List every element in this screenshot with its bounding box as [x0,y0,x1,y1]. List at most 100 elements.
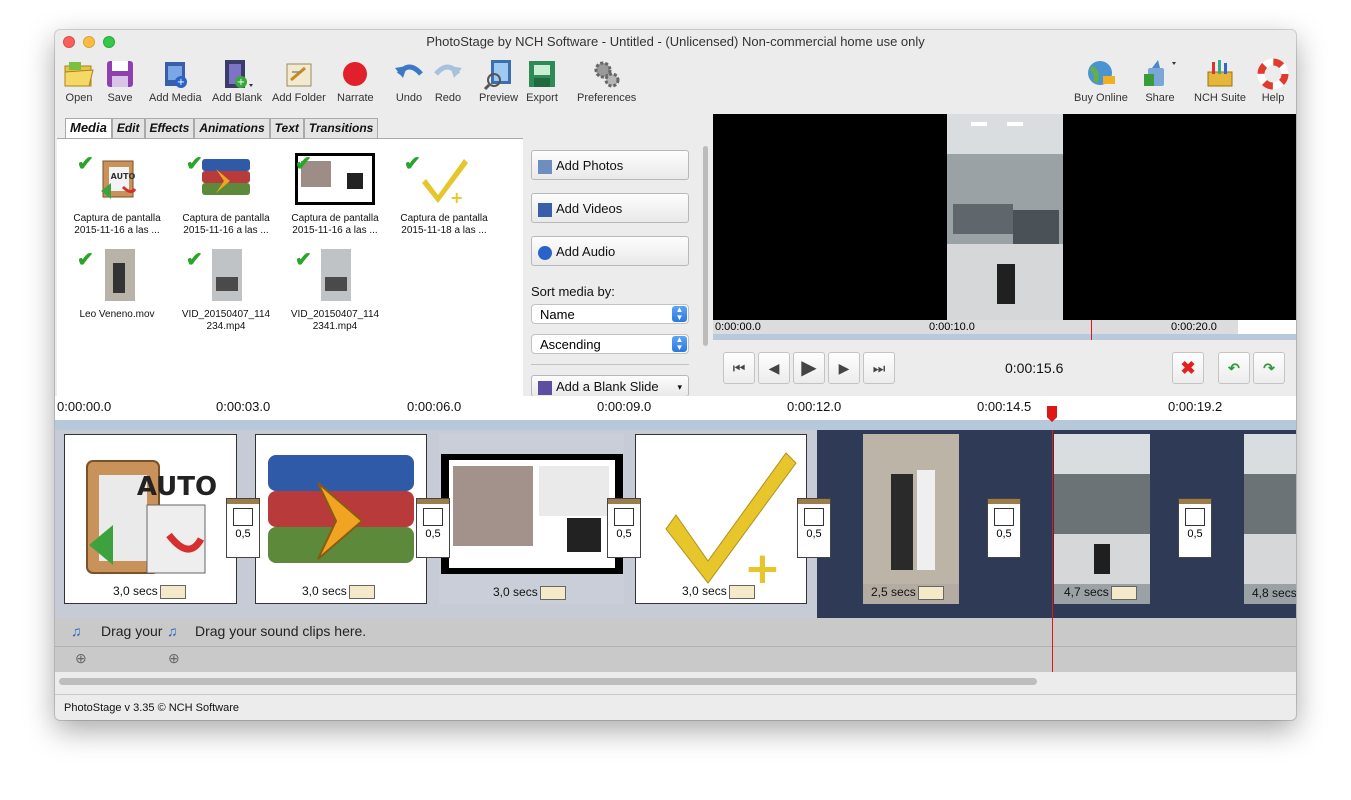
zoom-window-button[interactable] [103,36,115,48]
transition-marker[interactable]: 0,5 [987,498,1021,558]
media-list: ✔ AUTO Captura de pantalla 2015-11-16 a l… [57,138,523,397]
media-item[interactable]: ✔ VID_20150407_114 234.mp4 [174,247,278,333]
clip-settings-icon[interactable] [917,586,944,600]
media-item[interactable]: ✔ + Captura de pantalla 2015-11-18 a las … [392,151,496,237]
media-item[interactable]: ✔ Leo Veneno.mov [65,247,169,321]
clipboard-icon: AUTO [86,460,217,574]
timeline-playhead-line [1052,430,1053,672]
transition-marker[interactable]: 0,5 [607,498,641,558]
separator [531,364,689,365]
timeline-scrollbar[interactable] [55,672,1296,690]
step-forward-button[interactable]: ▶︎ [828,352,860,384]
timeline-clip[interactable]: 4,7 secs [1054,434,1150,604]
clip-settings-icon[interactable] [728,585,755,599]
tab-text[interactable]: Text [269,118,304,138]
media-item[interactable]: ✔ VID_20150407_114 2341.mp4 [283,247,387,333]
share-button[interactable]: Share [1142,58,1178,104]
rotate-left-icon[interactable]: ↶ [1218,352,1250,384]
timeline: 0:00:00.0 0:00:03.0 0:00:06.0 0:00:09.0 … [55,396,1296,690]
undo-arrow-icon [395,64,423,78]
timeline-clip[interactable]: 3,0 secs [255,434,427,604]
checkmark-icon: ✔ [295,153,312,175]
minimize-window-button[interactable] [83,36,95,48]
svg-text:AUTO: AUTO [137,472,217,502]
tab-effects[interactable]: Effects [144,118,195,138]
undo-button[interactable]: Undo [393,58,425,104]
skip-to-start-button[interactable]: ⏮ [723,352,755,384]
media-item[interactable]: ✔ Captura de pantalla 2015-11-16 a las ..… [283,151,387,237]
sort-by-select[interactable]: Name ▲ ▼ [531,304,689,324]
media-scrollbar[interactable] [703,146,708,346]
narrate-button[interactable]: Narrate [337,58,374,104]
preferences-button[interactable]: Preferences [577,58,636,104]
tab-edit[interactable]: Edit [111,118,145,138]
timeline-clip[interactable]: 3,0 secs [439,434,624,604]
sound-track[interactable]: ♫ Drag your ♫ Drag your sound clips here… [55,618,1296,646]
timeline-clip[interactable]: + 3,0 secs [635,434,807,604]
music-note-icon: ♫ [167,623,178,639]
buy-online-button[interactable]: Buy Online [1074,58,1128,104]
preview-button[interactable]: Preview [479,58,518,104]
checkmark-icon: ✔ [77,153,94,175]
timeline-ruler[interactable]: 0:00:00.0 0:00:03.0 0:00:06.0 0:00:09.0 … [55,396,1296,430]
redo-button[interactable]: Redo [432,58,464,104]
microphone-icon: ⊕ [75,650,87,666]
clip-settings-icon[interactable] [348,585,375,599]
microphone-icon: ⊕ [168,650,180,666]
add-blank-slide-button[interactable]: Add a Blank Slide ▾ [531,375,689,397]
photos-icon [538,159,552,174]
help-button[interactable]: Help [1257,58,1289,104]
export-button[interactable]: Export [526,58,558,104]
add-photos-button[interactable]: Add Photos [531,150,689,180]
svg-text:AUTO: AUTO [111,172,136,181]
svg-text:+: + [450,188,463,207]
dropdown-arrow-icon[interactable]: ▾ [677,376,682,396]
skip-to-end-button[interactable]: ⏭ [863,352,895,384]
transition-marker[interactable]: 0,5 [797,498,831,558]
step-back-button[interactable]: ◀︎ [758,352,790,384]
clip-settings-icon[interactable] [539,586,566,600]
delete-icon[interactable]: ✖ [1172,352,1204,384]
transition-icon [423,508,443,526]
status-bar: PhotoStage v 3.35 © NCH Software [55,694,1296,720]
sort-order-select[interactable]: Ascending ▲ ▼ [531,334,689,354]
open-button[interactable]: Open [63,58,95,104]
media-item[interactable]: ✔ AUTO Captura de pantalla 2015-11-16 a l… [65,151,169,237]
timeline-clip[interactable]: 4,8 secs [1244,434,1296,604]
lifebuoy-icon [1257,58,1289,90]
media-item[interactable]: ✔ Captura de pantalla 2015-11-16 a las ..… [174,151,278,237]
add-media-button[interactable]: + Add Media [149,58,202,104]
transition-marker[interactable]: 0,5 [416,498,450,558]
video-track: AUTO 3,0 secs 3,0 secs 3,0 secs + 3,0 se… [55,430,1296,618]
tab-animations[interactable]: Animations [194,118,270,138]
close-window-button[interactable] [63,36,75,48]
clip-settings-icon[interactable] [1110,586,1137,600]
transition-icon [614,508,634,526]
clip-settings-icon[interactable] [159,585,186,599]
screenshot-thumbnail [441,454,623,574]
transition-marker[interactable]: 0,5 [1178,498,1212,558]
tab-media[interactable]: Media [65,118,112,138]
add-videos-button[interactable]: Add Videos [531,193,689,223]
save-button[interactable]: Save [104,58,136,104]
nch-suite-button[interactable]: NCH Suite [1194,58,1246,104]
preview-ruler[interactable]: 0:00:00.0 0:00:10.0 0:00:20.0 [713,320,1296,340]
narration-track[interactable]: ⊕ ⊕ [55,646,1296,673]
timeline-scroll-thumb[interactable] [59,678,1037,685]
add-blank-button[interactable]: + Add Blank [212,58,262,104]
rotate-right-icon[interactable]: ↷ [1253,352,1285,384]
tab-transitions[interactable]: Transitions [303,118,379,138]
open-folder-icon [64,62,94,87]
preview-playhead[interactable] [1091,320,1092,340]
stacked-layers-icon [268,455,414,563]
timeline-clip[interactable]: AUTO 3,0 secs [64,434,237,604]
blank-slide-icon [538,380,552,395]
checkmark-icon: ✔ [186,153,203,175]
toolbox-icon [1207,60,1233,87]
timeline-clip[interactable]: 2,5 secs [863,434,959,604]
transition-marker[interactable]: 0,5 [226,498,260,558]
add-audio-button[interactable]: Add Audio [531,236,689,266]
play-button[interactable]: ▶ [793,352,825,384]
add-folder-button[interactable]: Add Folder [272,58,326,104]
preview-panel: 0:00:00.0 0:00:10.0 0:00:20.0 ⏮ ◀︎ ▶ ▶︎ … [713,114,1296,396]
